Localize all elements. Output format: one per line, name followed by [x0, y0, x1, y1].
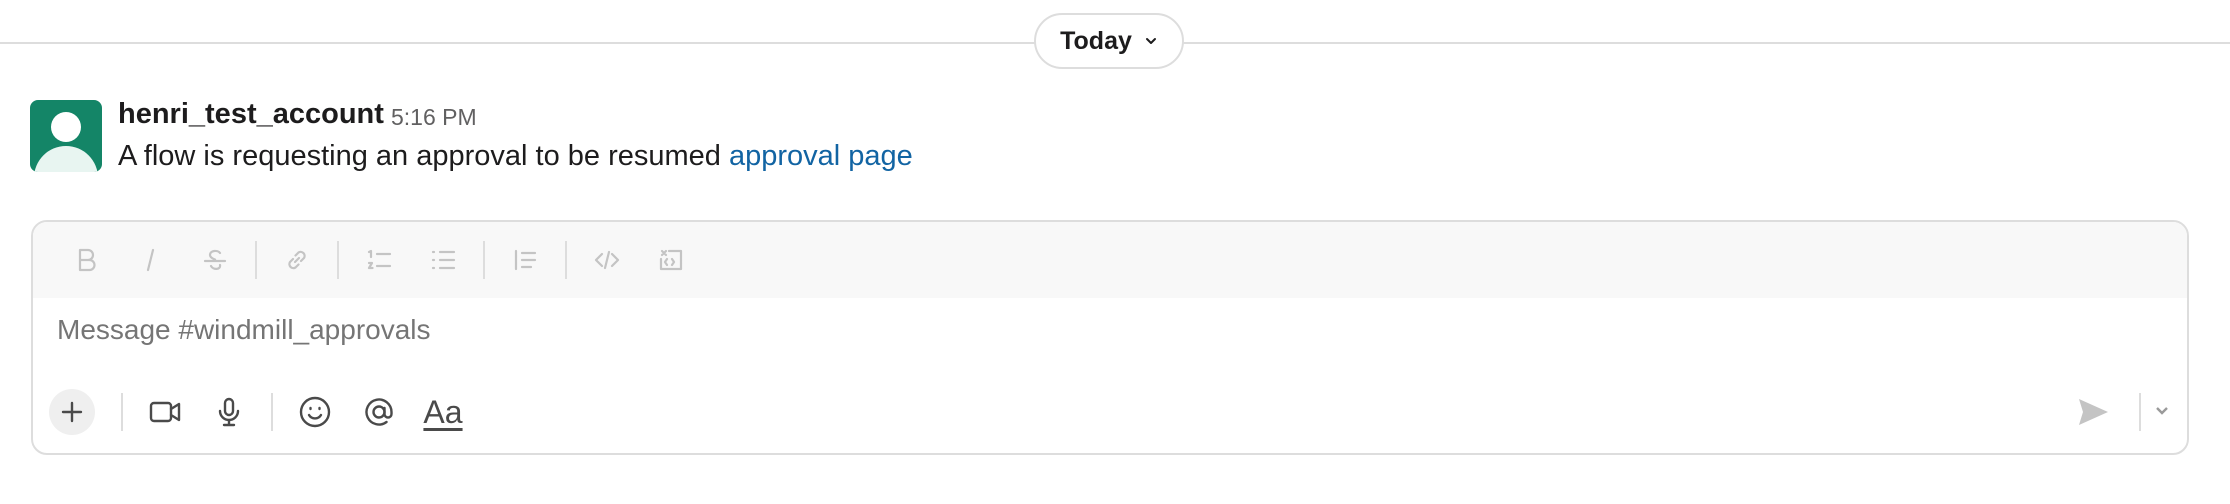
send-controls	[2061, 382, 2171, 442]
chevron-down-icon	[2156, 406, 2168, 415]
message-input[interactable]	[57, 314, 2057, 346]
italic-icon	[146, 248, 155, 272]
bold-button[interactable]	[55, 222, 119, 298]
toolbar-separator	[255, 241, 257, 279]
emoji-button[interactable]	[283, 382, 347, 442]
blockquote-button[interactable]	[493, 222, 557, 298]
chevron-down-icon	[1145, 38, 1156, 44]
attach-button[interactable]	[49, 389, 95, 435]
mention-button[interactable]	[347, 382, 411, 442]
formatting-icon: Aa	[423, 393, 463, 430]
plus-icon	[61, 401, 83, 423]
mention-icon	[365, 398, 393, 426]
code-icon	[594, 250, 620, 270]
audio-clip-button[interactable]	[197, 382, 261, 442]
message-composer: Aa	[31, 220, 2189, 455]
code-block-button[interactable]	[639, 222, 703, 298]
message-body: A flow is requesting an approval to be r…	[118, 140, 913, 173]
action-separator	[271, 393, 273, 431]
day-divider-label: Today	[1060, 26, 1132, 55]
formatting-toggle-button[interactable]: Aa	[411, 382, 475, 442]
send-icon	[2079, 399, 2108, 425]
message-author[interactable]: henri_test_account	[118, 98, 384, 131]
message-text: A flow is requesting an approval to be r…	[118, 140, 721, 172]
approval-page-link[interactable]: approval page	[729, 140, 913, 172]
bold-icon	[78, 248, 96, 272]
toolbar-separator	[337, 241, 339, 279]
send-options-button[interactable]	[2153, 401, 2171, 424]
avatar-head	[51, 112, 81, 142]
composer-action-bar: Aa	[49, 382, 2171, 442]
video-icon	[149, 401, 181, 423]
send-separator	[2139, 393, 2141, 431]
strikethrough-button[interactable]	[183, 222, 247, 298]
blockquote-icon	[514, 249, 537, 271]
code-block-icon	[659, 249, 683, 271]
formatting-toolbar	[33, 222, 2187, 298]
avatar-body	[34, 146, 98, 172]
bulleted-list-button[interactable]	[411, 222, 475, 298]
toolbar-separator	[483, 241, 485, 279]
emoji-icon	[299, 396, 331, 428]
ordered-list-icon	[367, 249, 392, 270]
bulleted-list-icon	[431, 250, 456, 270]
avatar[interactable]	[30, 100, 102, 172]
strikethrough-icon	[203, 249, 227, 270]
day-divider-button[interactable]: Today	[1034, 13, 1184, 69]
message-timestamp[interactable]: 5:16 PM	[391, 104, 477, 131]
send-button[interactable]	[2061, 382, 2125, 442]
toolbar-separator	[565, 241, 567, 279]
action-separator	[121, 393, 123, 431]
link-icon	[288, 250, 306, 270]
ordered-list-button[interactable]	[347, 222, 411, 298]
italic-button[interactable]	[119, 222, 183, 298]
video-clip-button[interactable]	[133, 382, 197, 442]
microphone-icon	[218, 397, 240, 427]
link-button[interactable]	[265, 222, 329, 298]
code-button[interactable]	[575, 222, 639, 298]
